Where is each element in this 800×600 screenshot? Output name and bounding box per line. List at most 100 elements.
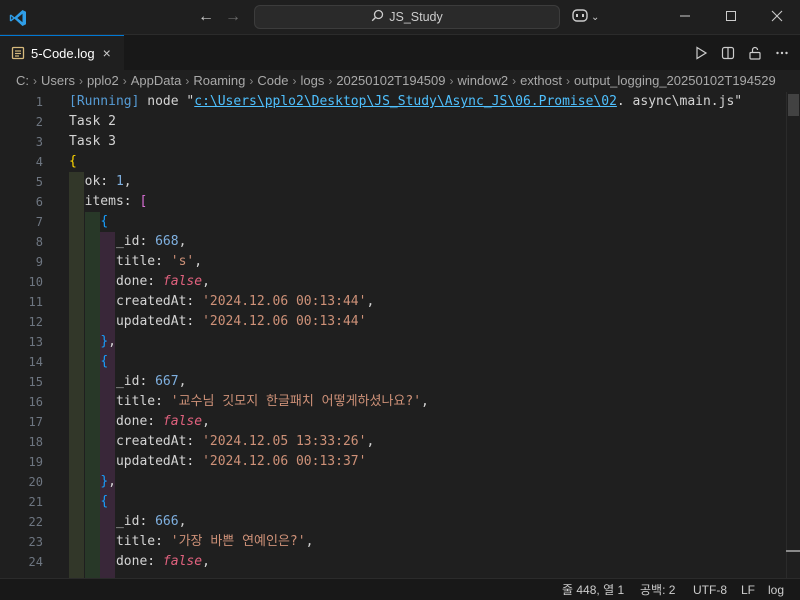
code-line[interactable]: 12 updatedAt: '2024.12.06 00:13:44' <box>0 312 790 332</box>
code-token: title: <box>69 534 171 549</box>
code-token: done: <box>69 554 163 569</box>
breadcrumb-item[interactable]: Users <box>41 73 75 88</box>
code-line[interactable]: 4{ <box>0 152 790 172</box>
language-mode[interactable]: log <box>768 579 784 600</box>
code-token: done: <box>69 274 163 289</box>
arrow-left-icon[interactable]: ← <box>195 6 217 28</box>
breadcrumb-item[interactable]: exthost <box>520 73 562 88</box>
breadcrumb-separator-icon: › <box>33 74 37 88</box>
line-number: 15 <box>28 375 43 389</box>
code-token: , <box>421 394 429 409</box>
run-icon[interactable] <box>691 43 711 63</box>
code-token: , <box>178 514 187 529</box>
breadcrumb-separator-icon: › <box>449 74 454 88</box>
breadcrumb-item[interactable]: 20250102T194509 <box>336 73 445 88</box>
code-token: [ <box>139 194 148 209</box>
line-ending[interactable]: LF <box>741 579 755 600</box>
maximize-button[interactable] <box>708 0 754 35</box>
code-line[interactable]: 11 createdAt: '2024.12.06 00:13:44', <box>0 292 790 312</box>
line-number: 3 <box>35 135 43 149</box>
code-line[interactable]: 24 done: false, <box>0 552 790 572</box>
copilot-menu-button[interactable]: ⌄ <box>571 7 603 27</box>
breadcrumb-item[interactable]: pplo2 <box>87 73 119 88</box>
code-line[interactable]: 22 _id: 666, <box>0 512 790 532</box>
code-line[interactable]: 20 }, <box>0 472 790 492</box>
line-number: 22 <box>28 515 43 529</box>
minimize-button[interactable] <box>662 0 708 35</box>
close-window-button[interactable] <box>754 0 800 35</box>
split-editor-icon[interactable] <box>718 43 738 63</box>
code-line[interactable]: 23 title: '가장 바쁜 연예인은?', <box>0 532 790 552</box>
tab-5-code-log[interactable]: 5-Code.log × <box>0 35 124 70</box>
close-icon <box>771 9 783 27</box>
code-text: createdAt: '2024.12.05 13:33:26', <box>69 432 374 452</box>
code-token: Task 2 <box>69 114 116 129</box>
code-token: ok: <box>69 174 116 189</box>
editor[interactable]: 1 [Running] node "c:\Users\pplo2\Desktop\… <box>0 92 800 578</box>
code-text: items: [ <box>69 192 148 212</box>
code-line[interactable]: 9 title: 's', <box>0 252 790 272</box>
code-line[interactable]: 6 items: [ <box>0 192 790 212</box>
code-line[interactable]: 13 }, <box>0 332 790 352</box>
more-icon[interactable] <box>772 43 792 63</box>
code-token: , <box>366 434 375 449</box>
breadcrumb-item[interactable]: window2 <box>458 73 509 88</box>
code-text: updatedAt: '2024.12.06 00:13:37' <box>69 452 366 472</box>
chevron-down-icon: ⌄ <box>591 11 600 23</box>
code-line[interactable]: 15 _id: 667, <box>0 372 790 392</box>
code-token: '2024.12.06 00:13:37' <box>202 454 367 469</box>
encoding[interactable]: UTF-8 <box>693 579 727 600</box>
code-token: 's' <box>170 254 195 269</box>
breadcrumb-separator-icon: › <box>185 74 190 88</box>
code-line[interactable]: 10 done: false, <box>0 272 790 292</box>
line-number: 6 <box>35 195 43 209</box>
search-icon <box>371 9 389 25</box>
cursor-position[interactable]: 줄 448, 열 1 <box>562 579 624 600</box>
code-line[interactable]: 16 title: '교수님 깃모지 한글패치 어떻게하셨나요?', <box>0 392 790 412</box>
code-line[interactable]: 17 done: false, <box>0 412 790 432</box>
code-line[interactable]: 14 { <box>0 352 790 372</box>
command-center-search[interactable]: JS_Study <box>254 5 560 29</box>
lock-icon[interactable] <box>745 43 765 63</box>
code-line[interactable]: 1 [Running] node "c:\Users\pplo2\Desktop\… <box>0 92 790 112</box>
line-number: 17 <box>28 415 43 429</box>
code-line[interactable]: 5 ok: 1, <box>0 172 790 192</box>
code-text: { <box>69 492 108 512</box>
code-token[interactable]: c:\Users\pplo2\Desktop\JS_Study\Async_JS… <box>194 94 617 109</box>
breadcrumb-item[interactable]: Code <box>257 73 288 88</box>
code-token: createdAt: <box>69 294 203 309</box>
vscode-logo <box>8 8 28 28</box>
arrow-right-icon[interactable]: → <box>222 6 244 28</box>
breadcrumb-item[interactable]: Roaming <box>193 73 245 88</box>
breadcrumb-separator-icon: › <box>78 74 83 88</box>
code-token: createdAt: <box>69 434 203 449</box>
code-line[interactable]: 2 Task 2 <box>0 112 790 132</box>
code-line[interactable]: 18 createdAt: '2024.12.05 13:33:26', <box>0 432 790 452</box>
breadcrumb-separator-icon: › <box>566 74 571 88</box>
line-number: 21 <box>28 495 43 509</box>
copilot-icon <box>571 7 589 28</box>
breadcrumb-item[interactable]: logs <box>300 73 324 88</box>
code-line[interactable]: 8 _id: 668, <box>0 232 790 252</box>
code-line[interactable]: 21 { <box>0 492 790 512</box>
breadcrumb-item[interactable]: AppData <box>131 73 182 88</box>
indentation[interactable]: 공백: 2 <box>640 579 675 600</box>
code-line[interactable]: 19 updatedAt: '2024.12.06 00:13:37' <box>0 452 790 472</box>
line-number: 4 <box>35 155 43 169</box>
breadcrumb-separator-icon: › <box>249 74 254 88</box>
code-token: , <box>108 474 116 489</box>
line-number: 11 <box>28 295 43 309</box>
breadcrumb-item[interactable]: output_logging_20250102T194529 <box>574 73 776 88</box>
code-line[interactable]: 3 Task 3 <box>0 132 790 152</box>
line-number: 16 <box>28 395 43 409</box>
code-text: [Running] node "c:\Users\pplo2\Desktop\J… <box>69 92 742 112</box>
code-line[interactable]: 7 { <box>0 212 790 232</box>
code-token: , <box>305 534 314 549</box>
editor-actions <box>691 35 792 70</box>
tab-close-icon[interactable]: × <box>103 45 111 61</box>
code-text: done: false, <box>69 272 210 292</box>
code-token: title: <box>69 394 171 409</box>
breadcrumb-item[interactable]: C: <box>16 73 29 88</box>
